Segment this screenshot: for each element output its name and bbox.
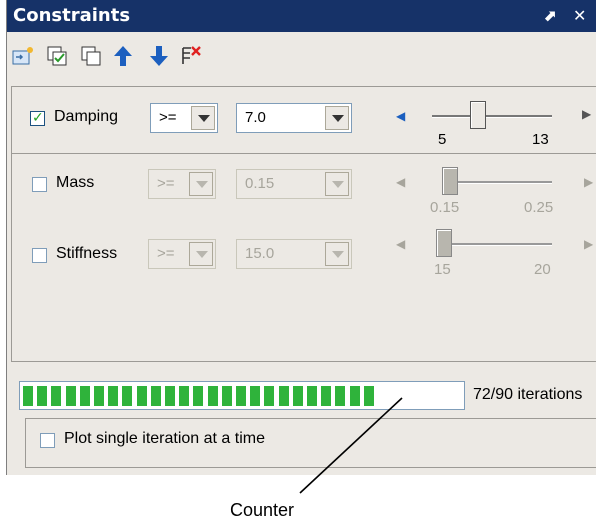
progress-segment [221,386,232,406]
progress-segment [94,386,104,406]
plot-option-box: Plot single iteration at a time [25,418,596,468]
damping-max-label: 13 [532,131,549,148]
damping-slider-left-icon[interactable]: ◀ [396,109,405,123]
counter-annotation: Counter [230,500,295,520]
stiffness-checkbox[interactable] [32,248,47,263]
stiffness-slider-left-icon[interactable]: ◀ [396,237,405,251]
progress-segment [264,386,275,406]
progress-segment [79,386,90,406]
title-bar: Constraints ⬈ ✕ [7,0,596,32]
stiffness-operator-value: >= [157,245,175,262]
stiffness-slider-right-icon[interactable]: ▶ [584,237,593,251]
damping-checkbox[interactable]: ✓ [30,109,45,126]
chevron-down-icon [189,172,213,196]
chevron-down-icon [325,106,349,130]
mass-max-label: 0.25 [524,199,554,216]
constraint-row-stiffness[interactable]: Stiffness >= 15.0 ◀ ▶ 15 20 [12,223,596,291]
mass-slider-right-icon[interactable]: ▶ [584,175,593,189]
mass-operator-select[interactable]: >= [148,169,216,199]
close-icon[interactable]: ✕ [573,6,586,26]
mass-slider-track[interactable] [442,181,552,184]
iteration-counter-text: 72/90 iterations [473,386,583,403]
mass-operator-value: >= [157,175,175,192]
stiffness-operator-select[interactable]: >= [148,239,216,269]
progress-segment [250,386,261,406]
mass-value-select[interactable]: 0.15 [236,169,352,199]
delete-constraint-icon[interactable] [179,44,203,68]
stiffness-slider-track[interactable] [436,243,552,246]
constraint-row-damping[interactable]: ✓ Damping >= 7.0 ◀ ▶ 5 13 [12,87,596,154]
progress-segment [193,386,204,406]
progress-segment [363,386,374,406]
progress-segment [165,386,175,406]
stiffness-value-select[interactable]: 15.0 [236,239,352,269]
progress-segment [179,386,190,406]
move-up-icon[interactable] [111,44,135,68]
damping-label: Damping [54,108,119,125]
panel-title: Constraints [13,5,131,26]
damping-value-select[interactable]: 7.0 [236,103,352,133]
add-constraint-icon[interactable] [11,44,35,68]
mass-label: Mass [56,174,95,191]
stiffness-slider-thumb[interactable] [436,229,452,257]
mass-slider-left-icon[interactable]: ◀ [396,175,405,189]
progress-segment [307,386,317,406]
progress-segment [335,386,346,406]
progress-segment [150,386,161,406]
plot-single-label: Plot single iteration at a time [64,430,265,447]
mass-min-label: 0.15 [430,199,460,216]
progress-segment [207,386,218,406]
progress-segment [349,386,360,406]
mass-slider-thumb[interactable] [442,167,458,195]
constraints-list: ✓ Damping >= 7.0 ◀ ▶ 5 13 Mass >= 0.15 ◀… [11,86,596,362]
constraints-panel: Constraints ⬈ ✕ ✓ Damping >= 7.0 ◀ ▶ 5 1… [6,0,596,475]
damping-slider-right-icon[interactable]: ▶ [582,107,591,121]
mass-value: 0.15 [245,175,275,192]
progress-segment [321,386,332,406]
progress-segment [51,386,62,406]
progress-segment [136,386,147,406]
move-down-icon[interactable] [147,44,171,68]
stiffness-max-label: 20 [534,261,551,278]
copy-icon[interactable] [79,44,103,68]
toolbar [7,32,596,82]
chevron-down-icon [191,106,215,130]
progress-segment [37,386,48,406]
progress-segment [292,386,303,406]
progress-segment [278,386,289,406]
iteration-progress-bar [19,381,465,410]
copy-checked-icon[interactable] [45,44,69,68]
damping-min-label: 5 [438,131,447,148]
stiffness-value: 15.0 [245,245,275,262]
damping-operator-value: >= [159,109,177,126]
damping-value: 7.0 [245,109,266,126]
damping-slider-track[interactable] [432,115,552,118]
stiffness-min-label: 15 [434,261,451,278]
progress-segment [65,386,76,406]
chevron-down-icon [325,172,349,196]
chevron-down-icon [325,242,349,266]
mass-checkbox[interactable] [32,177,47,192]
progress-segment [108,386,119,406]
pin-icon[interactable]: ⬈ [543,6,556,26]
damping-operator-select[interactable]: >= [150,103,218,133]
chevron-down-icon [189,242,213,266]
progress-segment [122,386,133,406]
progress-segment [236,386,246,406]
plot-single-checkbox[interactable] [40,433,55,448]
constraint-row-mass[interactable]: Mass >= 0.15 ◀ ▶ 0.15 0.25 [12,153,596,221]
damping-slider-thumb[interactable] [470,101,486,129]
stiffness-label: Stiffness [56,245,118,262]
progress-segment [23,386,33,406]
